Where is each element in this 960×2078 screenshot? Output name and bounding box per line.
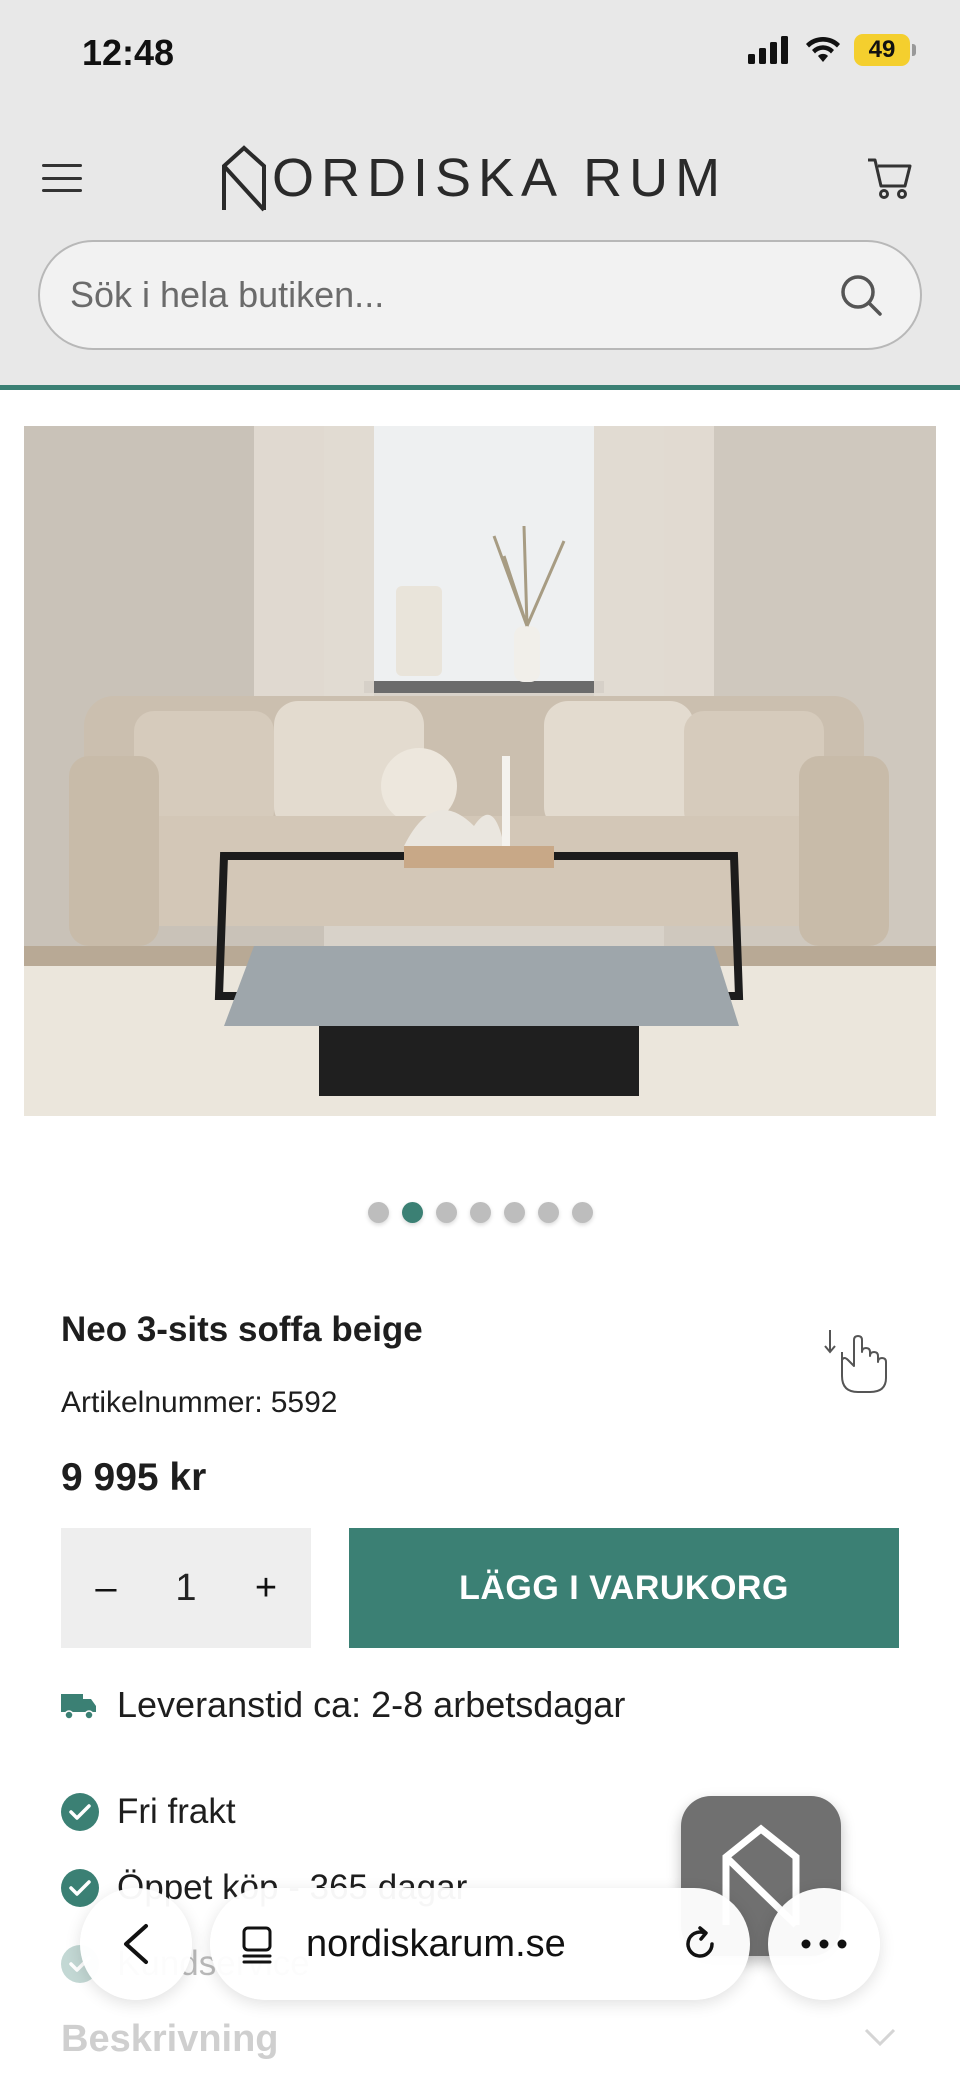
carousel-dot[interactable] (469, 1202, 491, 1223)
product-title: Neo 3-sits soffa beige (61, 1310, 423, 1349)
carousel-dot[interactable] (503, 1202, 525, 1223)
back-icon (124, 1924, 148, 1964)
quantity-increase-button[interactable]: + (241, 1567, 291, 1610)
article-label: Artikelnummer: (61, 1386, 263, 1419)
hamburger-menu-icon[interactable] (40, 158, 84, 198)
signal-icon (748, 36, 788, 64)
delivery-info: Leveranstid ca: 2-8 arbetsdagar (61, 1684, 625, 1726)
swipe-hand-icon (824, 1330, 887, 1393)
check-circle-icon (61, 1793, 99, 1831)
status-bar: 12:48 49 (0, 0, 960, 108)
back-button[interactable] (80, 1888, 192, 2000)
search-icon[interactable] (838, 272, 884, 318)
carousel-dot-active[interactable] (401, 1202, 423, 1223)
url-bar[interactable]: nordiskarum.se (210, 1888, 750, 2000)
usp-item: Fri frakt (61, 1774, 467, 1850)
carousel-dot[interactable] (571, 1202, 593, 1223)
more-icon (801, 1939, 847, 1949)
search-input[interactable] (70, 274, 838, 316)
site-logo[interactable]: ORDISKA RUM (220, 138, 740, 218)
wifi-icon (806, 36, 840, 62)
status-icons: 49 (748, 34, 916, 66)
url-text: nordiskarum.se (306, 1922, 566, 1965)
logo-n-icon (222, 145, 266, 212)
product-image[interactable] (24, 426, 936, 1116)
tabs-icon[interactable] (240, 1924, 278, 1964)
quantity-stepper: – 1 + (61, 1528, 311, 1648)
search-bar (38, 240, 922, 350)
battery-indicator: 49 (854, 34, 916, 66)
chevron-down-icon[interactable] (862, 2026, 898, 2050)
sofa-photo (24, 426, 936, 1116)
quantity-decrease-button[interactable]: – (81, 1567, 131, 1610)
status-time: 12:48 (82, 32, 175, 73)
quantity-value[interactable]: 1 (156, 1567, 216, 1610)
carousel-dot[interactable] (537, 1202, 559, 1223)
product-price: 9 995 kr (61, 1456, 207, 1499)
logo-text: ORDISKA RUM (272, 148, 728, 208)
add-to-cart-button[interactable]: LÄGG I VARUKORG (349, 1528, 899, 1648)
article-number: Artikelnummer: 5592 (61, 1386, 337, 1420)
delivery-text: Leveranstid ca: 2-8 arbetsdagar (117, 1684, 626, 1725)
browser-toolbar: nordiskarum.se (80, 1888, 880, 2000)
carousel-dots (0, 1202, 960, 1223)
site-header: ORDISKA RUM (0, 108, 960, 390)
carousel-dot[interactable] (367, 1202, 389, 1223)
carousel-dot[interactable] (435, 1202, 457, 1223)
truck-icon (61, 1694, 96, 1720)
usp-text: Fri frakt (117, 1792, 236, 1831)
article-value: 5592 (270, 1386, 338, 1419)
description-heading[interactable]: Beskrivning (61, 2018, 279, 2061)
reload-icon[interactable] (680, 1924, 720, 1964)
cart-icon[interactable] (864, 152, 914, 202)
more-button[interactable] (768, 1888, 880, 2000)
